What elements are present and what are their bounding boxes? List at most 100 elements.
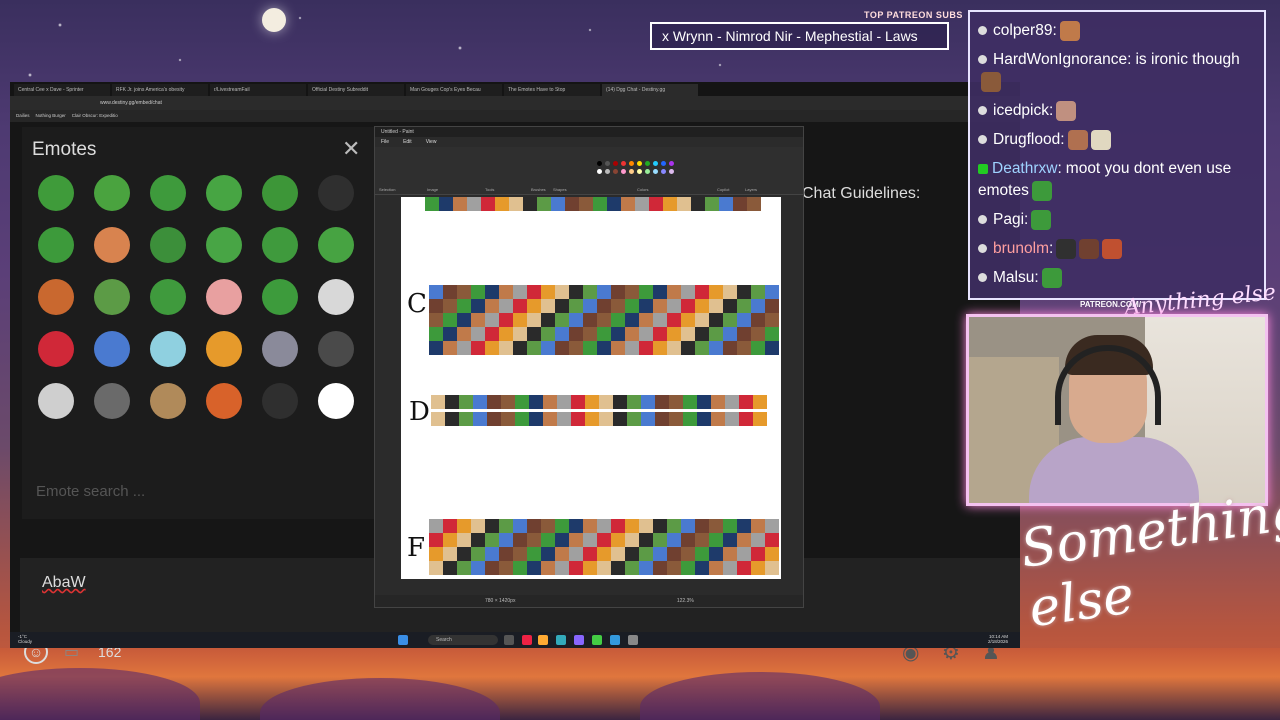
browser-tab-active[interactable]: (14) Dgg Chat - Destiny.gg <box>602 84 698 96</box>
browser-tab[interactable]: Central Cee x Dave - Sprinter <box>14 84 110 96</box>
color-swatch[interactable] <box>653 161 658 166</box>
emote-icon[interactable] <box>150 175 186 211</box>
zoom-level[interactable]: 122.3% <box>677 598 694 604</box>
emote-icon[interactable] <box>150 383 186 419</box>
emote-icon[interactable] <box>94 279 130 315</box>
emote-thumbnail <box>611 341 625 355</box>
emote-icon[interactable] <box>262 227 298 263</box>
color-swatch[interactable] <box>669 169 674 174</box>
chat-username[interactable]: Drugflood <box>993 131 1060 148</box>
chat-username[interactable]: brunolm <box>993 240 1049 257</box>
color-swatch[interactable] <box>613 169 618 174</box>
emote-icon[interactable] <box>318 383 354 419</box>
emote-icon[interactable] <box>262 175 298 211</box>
color-swatch[interactable] <box>653 169 658 174</box>
emote-icon[interactable] <box>38 227 74 263</box>
emote-icon[interactable] <box>94 175 130 211</box>
color-swatch[interactable] <box>637 169 642 174</box>
menu-view[interactable]: View <box>426 139 437 145</box>
emote-icon[interactable] <box>150 331 186 367</box>
taskbar-search[interactable]: Search <box>428 635 498 645</box>
emote-icon[interactable] <box>38 175 74 211</box>
emote-icon[interactable] <box>150 227 186 263</box>
chat-username[interactable]: icedpick <box>993 102 1049 119</box>
emote-icon[interactable] <box>94 331 130 367</box>
color-swatch[interactable] <box>629 161 634 166</box>
folder-icon[interactable] <box>538 635 548 645</box>
weather-widget[interactable]: -1°C Cloudy <box>18 634 32 644</box>
close-icon[interactable]: ✕ <box>342 138 360 160</box>
emote-icon[interactable] <box>318 175 354 211</box>
emote-icon[interactable] <box>206 227 242 263</box>
emote-thumbnail <box>667 547 681 561</box>
emote-thumbnail <box>709 341 723 355</box>
color-swatch[interactable] <box>645 169 650 174</box>
emote-icon[interactable] <box>262 383 298 419</box>
emote-icon[interactable] <box>94 227 130 263</box>
emote-icon[interactable] <box>206 331 242 367</box>
chat-username[interactable]: colper89 <box>993 22 1052 39</box>
app-icon[interactable] <box>556 635 566 645</box>
emote-icon[interactable] <box>38 279 74 315</box>
emote-thumbnail <box>523 197 537 211</box>
color-swatch[interactable] <box>621 169 626 174</box>
emote-thumbnail <box>695 519 709 533</box>
color-swatch[interactable] <box>605 169 610 174</box>
start-icon[interactable] <box>398 635 408 645</box>
color-swatch[interactable] <box>637 161 642 166</box>
emote-icon[interactable] <box>94 383 130 419</box>
browser-tab[interactable]: RFK Jr. joins America's obesity <box>112 84 208 96</box>
browser-tab[interactable]: r/LivestreamFail <box>210 84 306 96</box>
color-swatch[interactable] <box>629 169 634 174</box>
emote-icon[interactable] <box>262 331 298 367</box>
color-swatch[interactable] <box>661 169 666 174</box>
emote-icon[interactable] <box>206 175 242 211</box>
clock[interactable]: 10:14 AM 2/18/2026 <box>988 634 1008 644</box>
emote-icon[interactable] <box>318 279 354 315</box>
emote-icon[interactable] <box>38 383 74 419</box>
taskview-icon[interactable] <box>504 635 514 645</box>
app-icon[interactable] <box>610 635 620 645</box>
chat-username[interactable]: Malsu <box>993 269 1034 286</box>
emote-search-input[interactable]: Emote search ... <box>36 483 145 500</box>
bookmark[interactable]: Dailies <box>16 113 30 122</box>
emote-icon[interactable] <box>262 279 298 315</box>
color-swatch[interactable] <box>597 169 602 174</box>
paint-canvas[interactable]: C D F <box>401 197 781 579</box>
color-swatch[interactable] <box>613 161 618 166</box>
emote-icon[interactable] <box>206 279 242 315</box>
emote-icon[interactable] <box>206 383 242 419</box>
app-icon[interactable] <box>574 635 584 645</box>
bookmark[interactable]: Clair Obscur: Expeditio <box>72 113 118 122</box>
paint-icon[interactable] <box>628 635 638 645</box>
color-swatch[interactable] <box>621 161 626 166</box>
browser-icon[interactable] <box>592 635 602 645</box>
menu-file[interactable]: File <box>381 139 389 145</box>
browser-tab[interactable]: The Emotes Have to Stop <box>504 84 600 96</box>
color-swatch[interactable] <box>597 161 602 166</box>
emote-icon[interactable] <box>38 331 74 367</box>
color-swatch[interactable] <box>661 161 666 166</box>
browser-tab[interactable]: Man Gouges Cop's Eyes Becau <box>406 84 502 96</box>
emote-thumbnail <box>569 285 583 299</box>
bookmark[interactable]: Nothing Burger <box>36 113 66 122</box>
color-swatch[interactable] <box>669 161 674 166</box>
color-swatch[interactable] <box>645 161 650 166</box>
user-badge-icon <box>978 55 987 64</box>
paint-title: Untitled - Paint <box>375 127 803 137</box>
emote-icon[interactable] <box>150 279 186 315</box>
browser-tab[interactable]: Official Destiny Subreddit <box>308 84 404 96</box>
emote-thumbnail <box>655 412 669 426</box>
emote-icon[interactable] <box>318 227 354 263</box>
chat-username[interactable]: HardWonIgnorance <box>993 51 1127 68</box>
chat-input-text[interactable]: AbaW <box>42 574 86 592</box>
color-swatch[interactable] <box>605 161 610 166</box>
menu-edit[interactable]: Edit <box>403 139 412 145</box>
emote-thumbnail <box>429 285 443 299</box>
emote-icon[interactable] <box>318 331 354 367</box>
url-bar[interactable]: www.destiny.gg/embed/chat <box>10 96 1020 110</box>
ribbon-label: Copilot <box>717 187 730 192</box>
chat-username[interactable]: Deathrxw <box>992 160 1057 177</box>
chat-username[interactable]: Pagi <box>993 211 1024 228</box>
app-icon[interactable] <box>522 635 532 645</box>
